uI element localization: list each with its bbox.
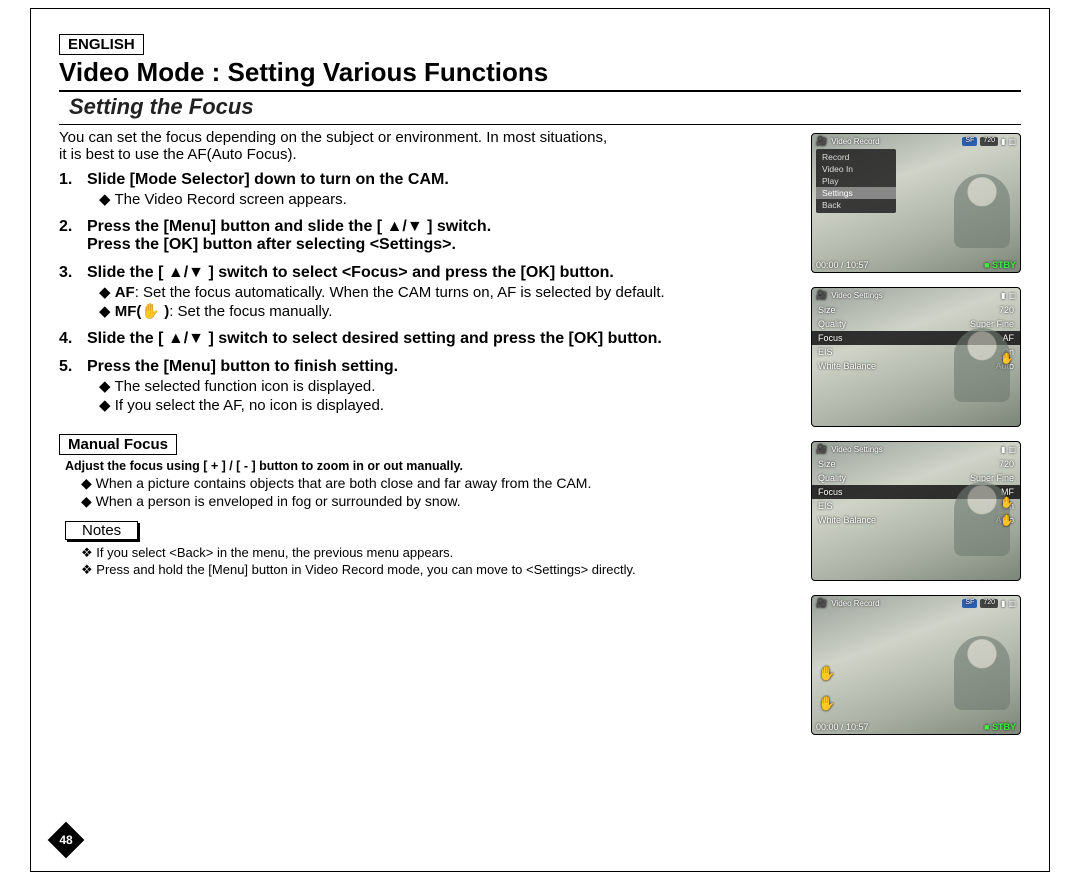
camera-icon [816, 136, 827, 147]
mf-label: MF( [115, 303, 142, 320]
screen-5-header: Video Record SF 720 ▮ ▥ [812, 596, 1020, 611]
step-2-title-a: Press the [Menu] button and slide the [ … [87, 218, 803, 236]
steps-list: Slide [Mode Selector] down to turn on th… [59, 171, 803, 414]
af-text: : Set the focus automatically. When the … [135, 284, 665, 301]
screen-5-status: ■ STBY [984, 722, 1016, 732]
step-5-title: Press the [Menu] button to finish settin… [87, 358, 803, 376]
menu-play: Play [816, 175, 896, 187]
top-icons: ▮ ▥ [1001, 445, 1016, 454]
signal-icon: ▮ [1001, 599, 1005, 608]
step-1-title: Slide [Mode Selector] down to turn on th… [87, 171, 803, 189]
screen-3-header: Video Settings ▮ ▥ [812, 288, 1020, 303]
step-4-title: Slide the [ ▲/▼ ] switch to select desir… [87, 330, 803, 348]
sf-pill: SF [962, 137, 977, 146]
page-title: Video Mode : Setting Various Functions [59, 57, 1021, 88]
camera-icon [816, 598, 827, 609]
hand-icon: ✋ [818, 665, 835, 682]
battery-icon: ▥ [1008, 445, 1016, 454]
photo-subject [954, 174, 1010, 248]
note-2: Press and hold the [Menu] button in Vide… [81, 562, 803, 578]
step-5-bullet-1: The selected function icon is displayed. [99, 377, 803, 395]
screen-5-time: 00:00 / 10:57 [816, 722, 869, 732]
mf-text: : Set the focus manually. [169, 303, 332, 320]
language-label: ENGLISH [59, 34, 144, 55]
screen-2-status: ■ STBY [984, 260, 1016, 270]
screen-3-title: Video Settings [831, 291, 882, 300]
page-number: 48 [53, 827, 79, 853]
screen-2-header: Video Record SF 720 ▮ ▥ [812, 134, 1020, 149]
step-3: Slide the [ ▲/▼ ] switch to select <Focu… [59, 264, 803, 320]
screen-2: 2 Video Record SF 720 ▮ ▥ Record Video I… [811, 133, 1021, 273]
hand-icon: ✋ [818, 695, 835, 712]
signal-icon: ▮ [1001, 445, 1005, 454]
manual-focus-b1: When a picture contains objects that are… [81, 475, 803, 492]
top-icons: ▮ ▥ [1001, 291, 1016, 300]
screens-column: 2 Video Record SF 720 ▮ ▥ Record Video I… [811, 127, 1021, 749]
menu-settings: Settings [816, 187, 896, 199]
instruction-column: You can set the focus depending on the s… [59, 127, 811, 749]
menu-record: Record [816, 151, 896, 163]
menu-video-in: Video In [816, 163, 896, 175]
screen-4: 4 Video Settings ▮ ▥ Size720 QualitySupe… [811, 441, 1021, 581]
mf-hand-icon: ✋ [141, 303, 160, 320]
step-3-mf: MF(✋ ): Set the focus manually. [99, 302, 803, 320]
rule-thick [59, 90, 1021, 92]
screen-4-title: Video Settings [831, 445, 882, 454]
step-4: Slide the [ ▲/▼ ] switch to select desir… [59, 330, 803, 348]
intro-line-1: You can set the focus depending on the s… [59, 129, 607, 146]
menu-back: Back [816, 199, 896, 211]
screen-5-title: Video Record [831, 599, 879, 608]
step-3-title: Slide the [ ▲/▼ ] switch to select <Focu… [87, 264, 803, 282]
step-1: Slide [Mode Selector] down to turn on th… [59, 171, 803, 208]
intro-line-2: it is best to use the AF(Auto Focus). [59, 146, 297, 163]
af-label: AF [115, 284, 135, 301]
screen-3: 3 Video Settings ▮ ▥ Size720 QualitySupe… [811, 287, 1021, 427]
battery-icon: ▥ [1008, 599, 1016, 608]
signal-icon: ▮ [1001, 137, 1005, 146]
manual-focus-b2: When a person is enveloped in fog or sur… [81, 493, 803, 510]
manual-focus-heading: Manual Focus [59, 434, 177, 455]
hand-icon: ✋ [1000, 514, 1014, 527]
battery-icon: ▥ [1008, 291, 1016, 300]
page-number-badge: 48 [48, 822, 85, 859]
photo-subject [954, 636, 1010, 710]
mf-suffix: ) [160, 303, 169, 320]
rule-thin [59, 124, 1021, 125]
intro-text: You can set the focus depending on the s… [59, 129, 803, 163]
photo-subject [954, 328, 1010, 402]
camera-icon [816, 444, 827, 455]
step-5-bullet-2: If you select the AF, no icon is display… [99, 396, 803, 414]
step-3-af: AF: Set the focus automatically. When th… [99, 283, 803, 301]
step-1-bullet: The Video Record screen appears. [99, 190, 803, 208]
screen-5-timebar: 00:00 / 10:57 ■ STBY [816, 722, 1016, 732]
stby-label: STBY [992, 722, 1016, 732]
hand-icon: ✋ [1000, 496, 1014, 509]
row-size: Size720 [812, 303, 1020, 317]
screen-4-header: Video Settings ▮ ▥ [812, 442, 1020, 457]
camera-icon [816, 290, 827, 301]
signal-icon: ▮ [1001, 291, 1005, 300]
sf-pill: SF [962, 599, 977, 608]
screen-5: 5 Video Record SF 720 ▮ ▥ ✋ ✋ 00:00 / 10… [811, 595, 1021, 735]
screen-2-time: 00:00 / 10:57 [816, 260, 869, 270]
screen-2-menu: Record Video In Play Settings Back [816, 149, 896, 213]
hand-icon: ✋ [1000, 352, 1014, 365]
top-icons: SF 720 ▮ ▥ [962, 599, 1016, 608]
notes-heading: Notes [65, 521, 138, 540]
step-5: Press the [Menu] button to finish settin… [59, 358, 803, 414]
res-pill: 720 [980, 599, 998, 608]
page-subtitle: Setting the Focus [69, 94, 1021, 120]
battery-icon: ▥ [1008, 137, 1016, 146]
res-pill: 720 [980, 137, 998, 146]
step-2: Press the [Menu] button and slide the [ … [59, 218, 803, 254]
screen-2-timebar: 00:00 / 10:57 ■ STBY [816, 260, 1016, 270]
step-2-title-b: Press the [OK] button after selecting <S… [87, 236, 803, 254]
manual-focus-instruction: Adjust the focus using [ + ] / [ - ] but… [65, 459, 803, 473]
screen-2-title: Video Record [831, 137, 879, 146]
note-1: If you select <Back> in the menu, the pr… [81, 545, 803, 561]
top-icons: SF 720 ▮ ▥ [962, 137, 1016, 146]
stby-label: STBY [992, 260, 1016, 270]
manual-page: ENGLISH Video Mode : Setting Various Fun… [30, 8, 1050, 872]
row-size: Size720 [812, 457, 1020, 471]
